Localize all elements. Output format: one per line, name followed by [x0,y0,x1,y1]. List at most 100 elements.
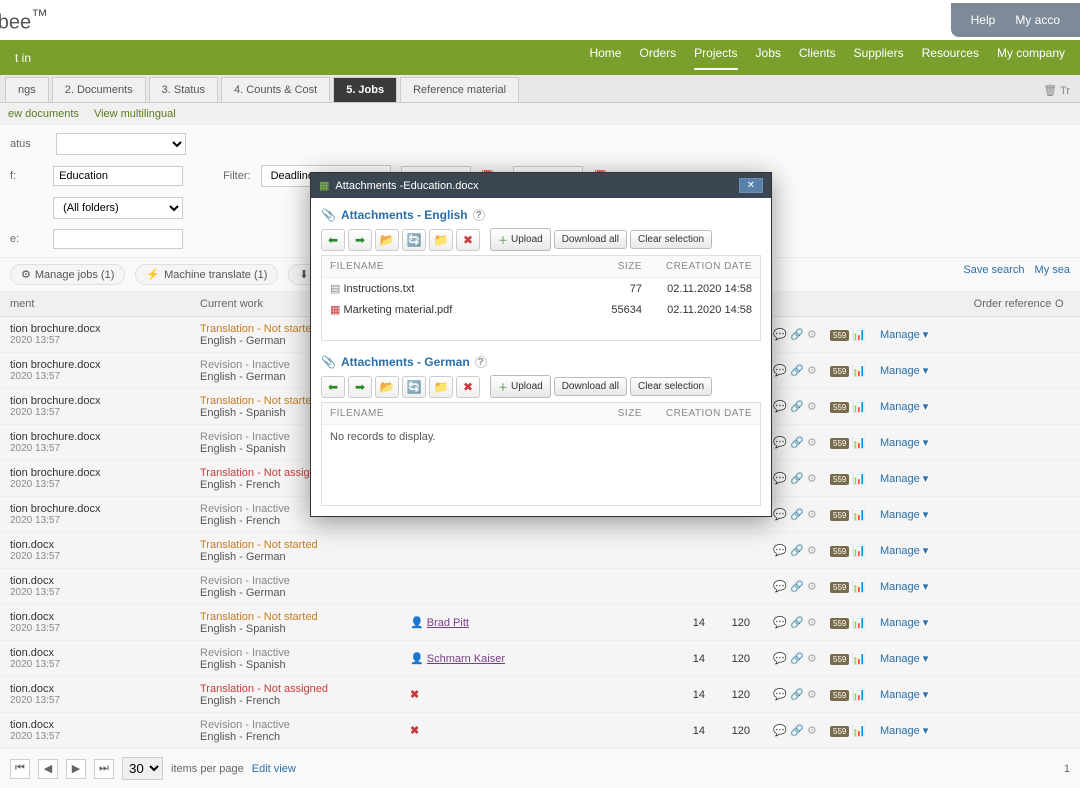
manage-link[interactable]: Manage ▾ [880,689,928,701]
new-folder-icon[interactable]: 📁 [429,376,453,398]
chart-icons[interactable]: 559 📊 [830,508,880,521]
upload-button[interactable]: ＋Upload [490,375,551,398]
open-folder-icon[interactable]: 📂 [375,229,399,251]
chart-icons[interactable]: 559 📊 [830,544,880,557]
pager-next[interactable]: ▶ [66,759,86,779]
chart-icons[interactable]: 559 📊 [830,472,880,485]
nav-suppliers[interactable]: Suppliers [854,46,904,70]
assignee-link[interactable]: Brad Pitt [427,617,469,629]
table-row[interactable]: tion.docx2020 13:57Revision - InactiveEn… [0,569,1080,605]
pager-last[interactable]: ⏭ [94,759,114,779]
col-size[interactable]: SIZE [582,408,642,419]
table-row[interactable]: tion.docx2020 13:57Translation - Not sta… [0,533,1080,569]
my-searches-link[interactable]: My sea [1035,264,1070,285]
assignee-link[interactable]: Schmarn Kaiser [427,653,505,665]
col-filename[interactable]: FILENAME [330,408,582,419]
back-icon[interactable]: ⬅ [321,376,345,398]
manage-jobs-button[interactable]: ⚙ Manage jobs (1) [10,264,125,285]
edit-view-link[interactable]: Edit view [252,763,296,775]
chart-icons[interactable]: 559 📊 [830,724,880,737]
manage-link[interactable]: Manage ▾ [880,365,928,377]
chart-icons[interactable]: 559 📊 [830,400,880,413]
chart-icons[interactable]: 559 📊 [830,364,880,377]
download-all-button[interactable]: Download all [554,230,627,249]
refresh-icon[interactable]: 🔄 [402,376,426,398]
tab-3[interactable]: 4. Counts & Cost [221,77,330,102]
row-action-icons[interactable]: 💬 🔗 ⚙ [760,688,830,701]
chart-icons[interactable]: 559 📊 [830,580,880,593]
row-action-icons[interactable]: 💬 🔗 ⚙ [760,544,830,557]
manage-link[interactable]: Manage ▾ [880,437,928,449]
tab-0[interactable]: ngs [5,77,49,102]
view-documents-link[interactable]: ew documents [8,108,79,120]
col-filename[interactable]: FILENAME [330,261,582,272]
pager-prev[interactable]: ◀ [38,759,58,779]
chart-icons[interactable]: 559 📊 [830,436,880,449]
delete-icon[interactable]: ✖ [456,376,480,398]
nav-orders[interactable]: Orders [639,46,676,70]
nav-projects[interactable]: Projects [694,46,737,70]
table-row[interactable]: tion.docx2020 13:57Translation - Not ass… [0,677,1080,713]
row-action-icons[interactable]: 💬 🔗 ⚙ [760,580,830,593]
my-account-link[interactable]: My acco [1015,13,1060,27]
manage-link[interactable]: Manage ▾ [880,329,928,341]
status-select[interactable] [56,133,186,155]
row-action-icons[interactable]: 💬 🔗 ⚙ [760,724,830,737]
folder-select[interactable]: (All folders) [53,197,183,219]
nav-my company[interactable]: My company [997,46,1065,70]
manage-link[interactable]: Manage ▾ [880,473,928,485]
row-action-icons[interactable]: 💬 🔗 ⚙ [760,652,830,665]
tab-5[interactable]: Reference material [400,77,519,102]
manage-link[interactable]: Manage ▾ [880,617,928,629]
info-icon[interactable]: ? [473,209,485,221]
machine-translate-button[interactable]: ⚡ Machine translate (1) [135,264,278,285]
manage-link[interactable]: Manage ▾ [880,545,928,557]
dialog-titlebar[interactable]: ▦ Attachments -Education.docx ✕ [311,173,771,198]
delete-icon[interactable]: ✖ [456,229,480,251]
deadline-input[interactable] [53,229,183,249]
manage-link[interactable]: Manage ▾ [880,725,928,737]
forward-icon[interactable]: ➡ [348,229,372,251]
download-all-button[interactable]: Download all [554,377,627,396]
col-document[interactable]: ment [10,298,200,310]
upload-button[interactable]: ＋Upload [490,228,551,251]
col-size[interactable]: SIZE [582,261,642,272]
trash-icon[interactable]: 🗑 Tr [1038,79,1075,102]
manage-link[interactable]: Manage ▾ [880,653,928,665]
row-action-icons[interactable]: 💬 🔗 ⚙ [760,616,830,629]
refresh-icon[interactable]: 🔄 [402,229,426,251]
tab-1[interactable]: 2. Documents [52,77,146,102]
open-folder-icon[interactable]: 📂 [375,376,399,398]
page-size-select[interactable]: 30 [122,757,163,780]
back-icon[interactable]: ⬅ [321,229,345,251]
table-row[interactable]: tion.docx2020 13:57Revision - InactiveEn… [0,713,1080,749]
ref-input[interactable] [53,166,183,186]
forward-icon[interactable]: ➡ [348,376,372,398]
nav-jobs[interactable]: Jobs [756,46,781,70]
nav-home[interactable]: Home [589,46,621,70]
chart-icons[interactable]: 559 📊 [830,328,880,341]
clear-selection-button[interactable]: Clear selection [630,230,712,249]
new-folder-icon[interactable]: 📁 [429,229,453,251]
save-search-link[interactable]: Save search [963,264,1024,285]
attachment-row[interactable]: ▤ Instructions.txt7702.11.2020 14:58 [322,278,760,299]
manage-link[interactable]: Manage ▾ [880,509,928,521]
help-link[interactable]: Help [971,13,996,27]
info-icon[interactable]: ? [475,356,487,368]
nav-clients[interactable]: Clients [799,46,836,70]
manage-link[interactable]: Manage ▾ [880,401,928,413]
pager-first[interactable]: ⏮ [10,759,30,779]
tab-2[interactable]: 3. Status [149,77,218,102]
manage-link[interactable]: Manage ▾ [880,581,928,593]
col-creation-date[interactable]: CREATION DATE [642,261,752,272]
view-multilingual-link[interactable]: View multilingual [94,108,176,120]
chart-icons[interactable]: 559 📊 [830,688,880,701]
chart-icons[interactable]: 559 📊 [830,616,880,629]
attachment-row[interactable]: ▦ Marketing material.pdf5563402.11.2020 … [322,299,760,320]
chart-icons[interactable]: 559 📊 [830,652,880,665]
tab-4[interactable]: 5. Jobs [333,77,397,102]
nav-resources[interactable]: Resources [922,46,979,70]
clear-selection-button[interactable]: Clear selection [630,377,712,396]
close-button[interactable]: ✕ [739,178,763,193]
table-row[interactable]: tion.docx2020 13:57Revision - InactiveEn… [0,641,1080,677]
